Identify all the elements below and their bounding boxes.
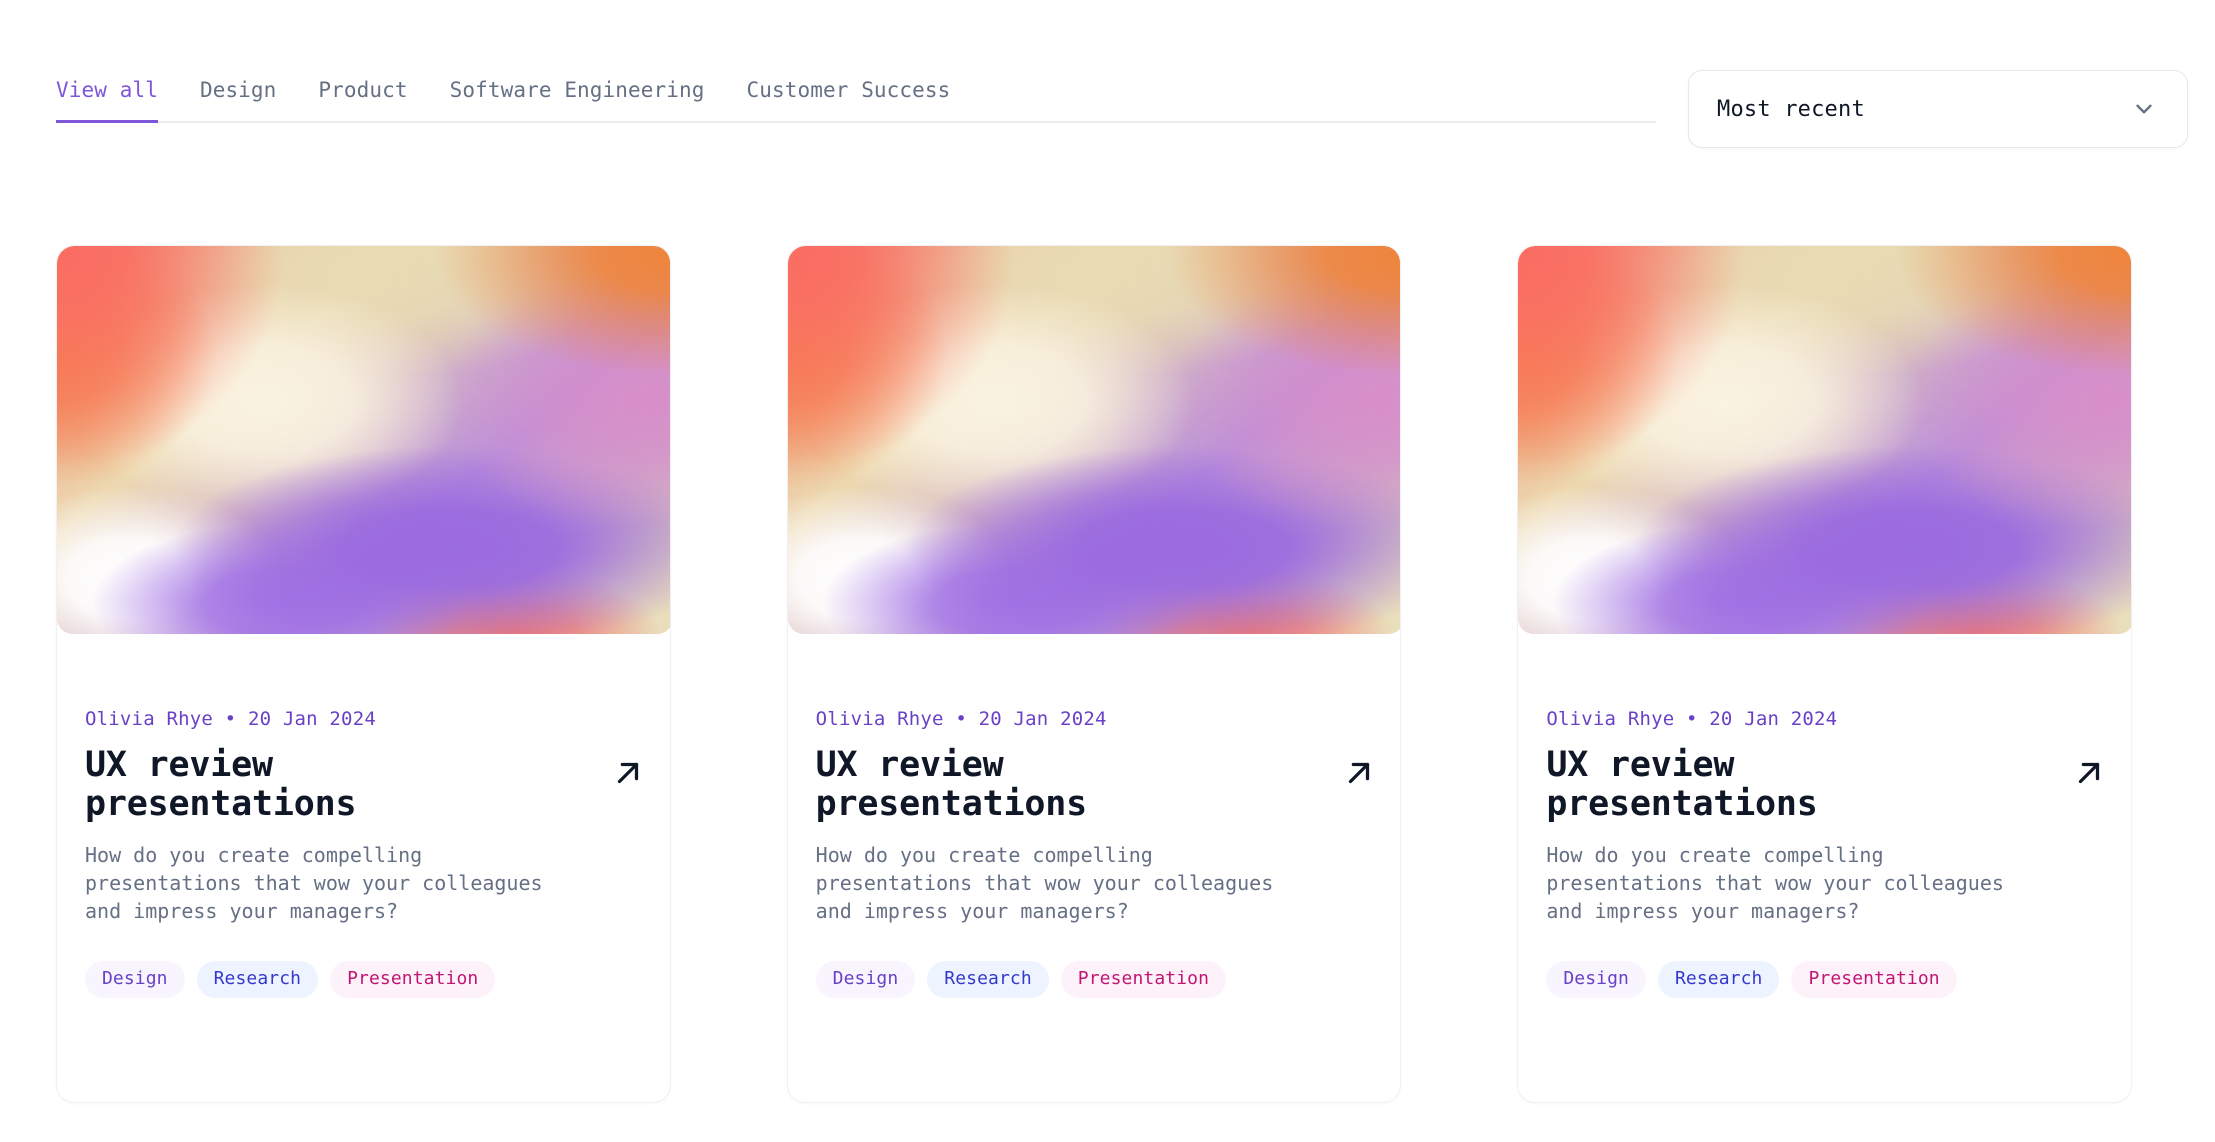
card-title-row: UX review presentations: [815, 745, 1376, 825]
tab-product[interactable]: Product: [318, 78, 407, 123]
tag-research[interactable]: Research: [927, 961, 1049, 999]
card-tags: Design Research Presentation: [85, 961, 645, 999]
tab-design[interactable]: Design: [200, 78, 276, 123]
tab-software-engineering[interactable]: Software Engineering: [450, 78, 705, 123]
blog-card-grid: Olivia Rhye • 20 Jan 2024 UX review prese…: [56, 245, 2133, 1103]
blog-card[interactable]: Olivia Rhye • 20 Jan 2024 UX review prese…: [786, 245, 1402, 1103]
page-header: View all Design Product Software Engineerin…: [0, 0, 2215, 150]
card-body: Olivia Rhye • 20 Jan 2024 UX review prese…: [788, 634, 1401, 999]
card-title: UX review presentations: [815, 745, 1088, 825]
card-thumbnail-gradient: [787, 246, 1401, 634]
card-title: UX review presentations: [1546, 745, 1818, 825]
card-tags: Design Research Presentation: [815, 961, 1376, 999]
card-title: UX review presentations: [85, 745, 357, 825]
tab-view-all[interactable]: View all: [56, 78, 158, 123]
card-tags: Design Research Presentation: [1546, 961, 2106, 999]
sort-dropdown-value: Most recent: [1717, 96, 1865, 122]
sort-dropdown[interactable]: Most recent: [1688, 70, 2188, 148]
tag-research[interactable]: Research: [1657, 961, 1780, 999]
blog-card[interactable]: Olivia Rhye • 20 Jan 2024 UX review prese…: [56, 245, 671, 1103]
blog-listing-page: View all Design Product Software Engineerin…: [0, 0, 2215, 1142]
card-meta: Olivia Rhye • 20 Jan 2024: [815, 708, 1107, 730]
card-title-row: UX review presentations: [1546, 745, 2106, 825]
tag-presentation[interactable]: Presentation: [1060, 961, 1227, 999]
arrow-up-right-icon[interactable]: [611, 756, 645, 790]
card-title-row: UX review presentations: [85, 745, 645, 825]
card-body: Olivia Rhye • 20 Jan 2024 UX review prese…: [1518, 634, 2131, 999]
category-tabs: View all Design Product Software Engineerin…: [56, 78, 1656, 123]
card-thumbnail-gradient: [1518, 246, 2132, 634]
arrow-up-right-icon[interactable]: [2072, 756, 2106, 790]
card-body: Olivia Rhye • 20 Jan 2024 UX review prese…: [57, 634, 670, 999]
tag-design[interactable]: Design: [1546, 961, 1646, 999]
tab-customer-success[interactable]: Customer Success: [747, 78, 951, 123]
arrow-up-right-icon[interactable]: [1342, 756, 1376, 790]
blog-card[interactable]: Olivia Rhye • 20 Jan 2024 UX review prese…: [1517, 245, 2133, 1103]
card-meta: Olivia Rhye • 20 Jan 2024: [85, 708, 376, 730]
card-meta: Olivia Rhye • 20 Jan 2024: [1546, 708, 1838, 730]
card-description: How do you create compelling presentatio…: [1546, 843, 2004, 923]
chevron-down-icon: [2131, 96, 2157, 122]
tag-presentation[interactable]: Presentation: [330, 961, 496, 999]
tag-design[interactable]: Design: [815, 961, 916, 999]
card-description: How do you create compelling presentatio…: [85, 843, 543, 923]
card-description: How do you create compelling presentatio…: [815, 843, 1274, 923]
tag-research[interactable]: Research: [196, 961, 319, 999]
tag-presentation[interactable]: Presentation: [1791, 961, 1957, 999]
card-thumbnail-gradient: [57, 246, 670, 634]
tag-design[interactable]: Design: [85, 961, 185, 999]
